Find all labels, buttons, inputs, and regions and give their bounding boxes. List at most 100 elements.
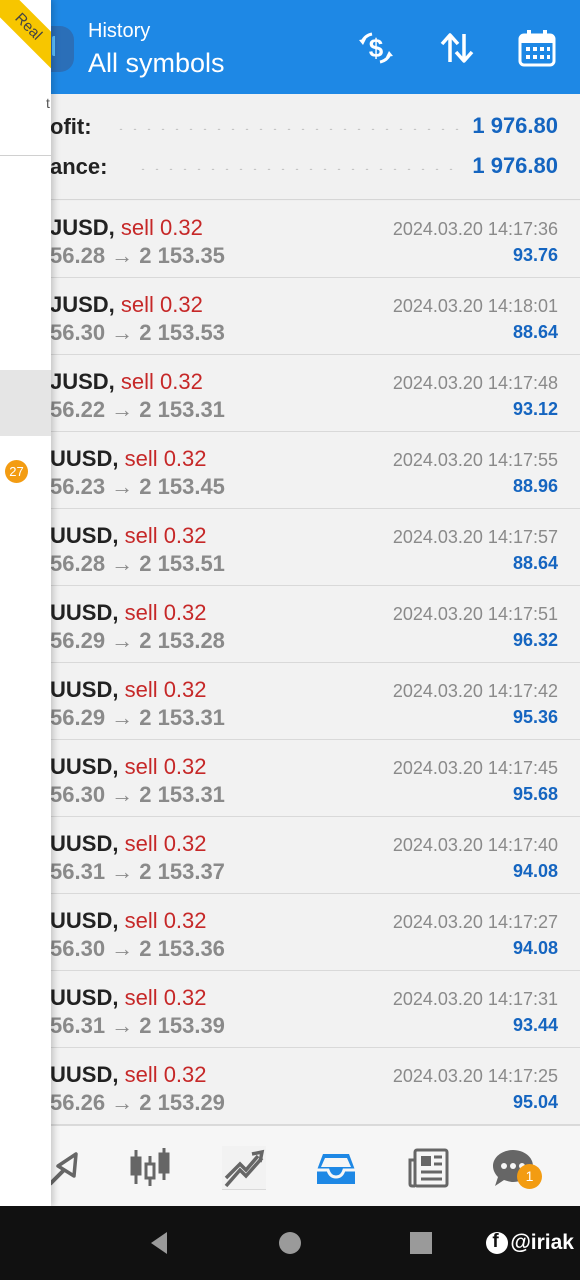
trade-profit: 88.64 xyxy=(512,553,558,573)
trade-symbol-name: UUSD, xyxy=(50,754,119,779)
trade-side: sell 0.32 xyxy=(124,985,207,1010)
trade-row[interactable]: UUSD, sell 0.32 56.30 → 2 153.31 2024.03.2… xyxy=(0,740,580,817)
trade-profit: 93.44 xyxy=(512,1015,558,1035)
chart-icon[interactable] xyxy=(128,1146,172,1190)
trade-time: 2024.03.20 14:17:57 xyxy=(392,527,558,547)
dotted-leader xyxy=(114,128,462,130)
drawer-active-item[interactable] xyxy=(0,370,51,436)
trade-row[interactable]: UUSD, sell 0.32 56.31 → 2 153.37 2024.03.2… xyxy=(0,817,580,894)
calendar-icon[interactable] xyxy=(517,28,557,68)
trade-symbol-name: UUSD, xyxy=(50,677,119,702)
trade-row[interactable]: JUSD, sell 0.32 56.30 → 2 153.53 2024.03.2… xyxy=(0,278,580,355)
trade-symbol: UUSD, sell 0.32 xyxy=(50,754,207,780)
trade-profit: 93.12 xyxy=(512,399,558,419)
drawer-divider xyxy=(0,155,51,156)
trade-prices: 56.30 → 2 153.53 xyxy=(50,320,225,345)
trade-profit: 95.68 xyxy=(512,784,558,804)
trade-prices: 56.30 → 2 153.36 xyxy=(50,936,225,961)
trade-icon[interactable] xyxy=(222,1146,266,1190)
trade-prices: 56.26 → 2 153.29 xyxy=(50,1090,225,1115)
trade-side: sell 0.32 xyxy=(124,523,207,548)
trade-side: sell 0.32 xyxy=(124,677,207,702)
trade-time: 2024.03.20 14:17:25 xyxy=(392,1066,558,1086)
trade-time: 2024.03.20 14:17:27 xyxy=(392,912,558,932)
trade-profit: 94.08 xyxy=(512,938,558,958)
trade-symbol: UUSD, sell 0.32 xyxy=(50,523,207,549)
header-title[interactable]: All symbols xyxy=(88,48,225,79)
trade-symbol: UUSD, sell 0.32 xyxy=(50,908,207,934)
profit-label: ofit: xyxy=(50,114,92,139)
trade-symbol: UUSD, sell 0.32 xyxy=(50,446,207,472)
trade-side: sell 0.32 xyxy=(124,1062,207,1087)
trade-time: 2024.03.20 14:18:01 xyxy=(392,296,558,316)
trade-symbol: UUSD, sell 0.32 xyxy=(50,985,207,1011)
trade-prices: 56.31 → 2 153.37 xyxy=(50,859,225,884)
trade-prices: 56.31 → 2 153.39 xyxy=(50,1013,225,1038)
balance-row: ance: 1 976.80 xyxy=(50,152,558,182)
trade-symbol-name: UUSD, xyxy=(50,446,119,471)
trade-side: sell 0.32 xyxy=(120,215,203,240)
profit-row: ofit: 1 976.80 xyxy=(50,112,558,142)
trade-prices: 56.23 → 2 153.45 xyxy=(50,474,225,499)
currency-exchange-icon[interactable]: $ xyxy=(356,28,396,68)
news-icon[interactable] xyxy=(407,1146,451,1190)
trade-row[interactable]: UUSD, sell 0.32 56.29 → 2 153.28 2024.03.2… xyxy=(0,586,580,663)
trade-symbol: UUSD, sell 0.32 xyxy=(50,600,207,626)
trade-row[interactable]: UUSD, sell 0.32 56.29 → 2 153.31 2024.03.2… xyxy=(0,663,580,740)
trade-row[interactable]: UUSD, sell 0.32 56.28 → 2 153.51 2024.03.2… xyxy=(0,509,580,586)
trade-row[interactable]: UUSD, sell 0.32 56.23 → 2 153.45 2024.03.2… xyxy=(0,432,580,509)
trade-symbol-name: UUSD, xyxy=(50,1062,119,1087)
trade-prices: 56.28 → 2 153.35 xyxy=(50,243,225,268)
trade-row[interactable]: JUSD, sell 0.32 56.22 → 2 153.31 2024.03.2… xyxy=(0,355,580,432)
dotted-leader xyxy=(136,168,462,170)
profit-value: 1 976.80 xyxy=(472,113,558,138)
trade-symbol-name: UUSD, xyxy=(50,600,119,625)
watermark: @iriak xyxy=(486,1231,574,1255)
drawer-badge: 27 xyxy=(5,460,28,483)
balance-label: ance: xyxy=(50,154,108,179)
trade-time: 2024.03.20 14:17:42 xyxy=(392,681,558,701)
trade-symbol-name: JUSD, xyxy=(50,369,115,394)
trade-symbol-name: JUSD, xyxy=(50,215,115,240)
trade-side: sell 0.32 xyxy=(124,446,207,471)
trade-side: sell 0.32 xyxy=(120,292,203,317)
trade-side: sell 0.32 xyxy=(120,369,203,394)
trade-symbol: JUSD, sell 0.32 xyxy=(50,369,203,395)
trade-symbol-name: JUSD, xyxy=(50,292,115,317)
balance-value: 1 976.80 xyxy=(472,153,558,178)
trade-row[interactable]: UUSD, sell 0.32 56.31 → 2 153.39 2024.03.2… xyxy=(0,971,580,1048)
trade-symbol: UUSD, sell 0.32 xyxy=(50,1062,207,1088)
chat-badge: 1 xyxy=(517,1164,542,1189)
trade-profit: 95.04 xyxy=(512,1092,558,1112)
trade-time: 2024.03.20 14:17:45 xyxy=(392,758,558,778)
trade-prices: 56.28 → 2 153.51 xyxy=(50,551,225,576)
home-icon[interactable] xyxy=(275,1228,305,1258)
trade-side: sell 0.32 xyxy=(124,831,207,856)
trade-symbol-name: UUSD, xyxy=(50,908,119,933)
trade-time: 2024.03.20 14:17:40 xyxy=(392,835,558,855)
trade-profit: 88.96 xyxy=(512,476,558,496)
recent-apps-icon[interactable] xyxy=(406,1228,436,1258)
trade-profit: 94.08 xyxy=(512,861,558,881)
sort-icon[interactable] xyxy=(437,28,477,68)
trade-row[interactable]: UUSD, sell 0.32 56.26 → 2 153.29 2024.03.2… xyxy=(0,1048,580,1125)
facebook-icon xyxy=(486,1231,509,1254)
header-subtitle: History xyxy=(88,20,151,42)
trade-prices: 56.29 → 2 153.28 xyxy=(50,628,225,653)
svg-text:$: $ xyxy=(369,33,384,63)
trade-time: 2024.03.20 14:17:51 xyxy=(392,604,558,624)
trade-time: 2024.03.20 14:17:36 xyxy=(392,219,558,239)
trade-row[interactable]: UUSD, sell 0.32 56.30 → 2 153.36 2024.03.2… xyxy=(0,894,580,971)
side-drawer[interactable]: Real t 27 xyxy=(0,0,51,1206)
trade-row[interactable]: JUSD, sell 0.32 56.28 → 2 153.35 2024.03.2… xyxy=(0,201,580,278)
trade-side: sell 0.32 xyxy=(124,908,207,933)
watermark-text: @iriak xyxy=(510,1231,574,1254)
back-icon[interactable] xyxy=(145,1228,175,1258)
trade-symbol: JUSD, sell 0.32 xyxy=(50,215,203,241)
history-icon[interactable] xyxy=(314,1146,358,1190)
bottom-navigation xyxy=(0,1125,580,1206)
system-navigation-bar: @iriak xyxy=(0,1206,580,1280)
trade-time: 2024.03.20 14:17:31 xyxy=(392,989,558,1009)
trade-prices: 56.29 → 2 153.31 xyxy=(50,705,225,730)
trade-symbol-name: UUSD, xyxy=(50,831,119,856)
